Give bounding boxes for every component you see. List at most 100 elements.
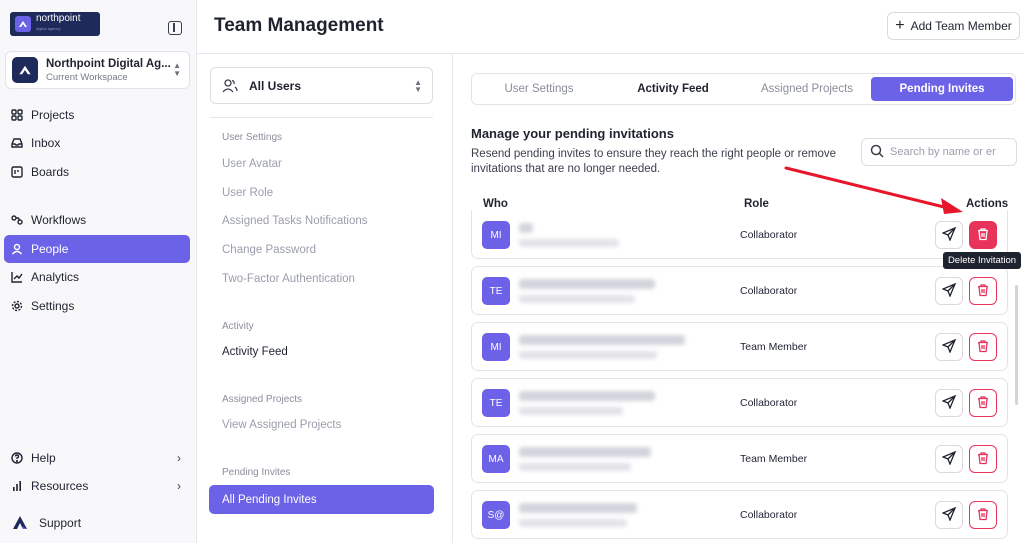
settings-item-all-pending-invites[interactable]: All Pending Invites xyxy=(209,485,434,514)
chevron-up-down-icon: ▲ ▼ xyxy=(414,78,422,94)
tab-activity-feed[interactable]: Activity Feed xyxy=(609,77,737,101)
resend-invite-button[interactable] xyxy=(935,277,963,305)
board-icon xyxy=(11,166,23,178)
delete-invite-button[interactable] xyxy=(969,277,997,305)
page-title: Team Management xyxy=(214,15,384,36)
column-header-who: Who xyxy=(483,198,508,210)
delete-invite-button[interactable] xyxy=(969,445,997,473)
add-team-member-button[interactable]: + Add Team Member xyxy=(887,12,1020,40)
invitations-heading: Manage your pending invitations xyxy=(471,126,674,141)
workspace-switcher[interactable]: Northpoint Digital Ag... Current Workspa… xyxy=(5,51,190,89)
tab-user-settings[interactable]: User Settings xyxy=(475,77,603,101)
send-icon xyxy=(941,394,957,412)
list-scrollbar[interactable] xyxy=(1015,285,1018,405)
section-heading-assigned-projects: Assigned Projects xyxy=(222,394,303,405)
add-team-member-label: Add Team Member xyxy=(910,19,1012,33)
settings-divider xyxy=(210,117,433,118)
send-icon xyxy=(941,338,957,356)
sidebar-item-resources[interactable]: Resources › xyxy=(4,472,190,500)
avatar: TE xyxy=(482,389,510,417)
column-header-role: Role xyxy=(744,198,769,210)
avatar: MI xyxy=(482,221,510,249)
resend-invite-button[interactable] xyxy=(935,333,963,361)
sidebar-item-help[interactable]: Help › xyxy=(4,444,190,472)
sidebar-item-label: Boards xyxy=(31,165,70,179)
settings-item-task-notifications[interactable]: Assigned Tasks Notifications xyxy=(222,215,368,227)
settings-item-user-role[interactable]: User Role xyxy=(222,187,273,199)
resend-invite-button[interactable] xyxy=(935,389,963,417)
tab-pending-invites[interactable]: Pending Invites xyxy=(871,77,1013,101)
section-heading-user-settings: User Settings xyxy=(222,132,283,143)
sidebar: northpoint digital agency Northpoint Dig… xyxy=(0,0,197,543)
invite-role: Team Member xyxy=(740,341,808,353)
search-input[interactable] xyxy=(890,146,1016,158)
sidebar-item-label: People xyxy=(31,242,69,256)
northpoint-logo[interactable]: northpoint digital agency xyxy=(10,12,100,36)
table-row: MA Team Member xyxy=(471,434,1008,483)
table-row: TE Collaborator xyxy=(471,266,1008,315)
send-icon xyxy=(941,282,957,300)
sidebar-item-label: Workflows xyxy=(31,213,87,227)
delete-invite-button[interactable] xyxy=(969,333,997,361)
sidebar-item-projects[interactable]: Projects xyxy=(4,101,190,129)
delete-invitation-tooltip: Delete Invitation xyxy=(943,252,1021,269)
table-row: TE Collaborator xyxy=(471,378,1008,427)
resend-invite-button[interactable] xyxy=(935,445,963,473)
resend-invite-button[interactable] xyxy=(935,221,963,249)
sidebar-item-support[interactable]: Support xyxy=(4,509,190,537)
inbox-icon xyxy=(11,137,23,149)
workflow-icon xyxy=(11,214,23,226)
invite-role: Collaborator xyxy=(740,285,798,297)
sidebar-item-label: Settings xyxy=(31,299,75,313)
send-icon xyxy=(941,506,957,524)
settings-item-user-avatar[interactable]: User Avatar xyxy=(222,158,282,170)
trash-icon xyxy=(976,395,990,412)
chevron-up-down-icon: ▲ ▼ xyxy=(173,61,181,78)
section-tabs: User Settings Activity Feed Assigned Pro… xyxy=(471,73,1016,105)
redacted-email xyxy=(519,407,623,415)
sidebar-item-label: Inbox xyxy=(31,136,61,150)
settings-item-activity-feed[interactable]: Activity Feed xyxy=(222,346,288,358)
sidebar-item-label: Help xyxy=(31,451,56,465)
sidebar-item-people[interactable]: People xyxy=(4,235,190,263)
invitations-description: Resend pending invites to ensure they re… xyxy=(471,148,837,175)
redacted-email xyxy=(519,295,635,303)
chevron-right-icon: › xyxy=(177,451,181,465)
resend-invite-button[interactable] xyxy=(935,501,963,529)
redacted-name xyxy=(519,503,637,513)
delete-invite-button[interactable] xyxy=(969,501,997,529)
invite-role: Team Member xyxy=(740,453,808,465)
tab-assigned-projects[interactable]: Assigned Projects xyxy=(743,77,871,101)
logo-text: northpoint digital agency xyxy=(36,13,81,32)
redacted-name xyxy=(519,279,655,289)
sidebar-item-workflows[interactable]: Workflows xyxy=(4,206,190,234)
invite-role: Collaborator xyxy=(740,397,798,409)
workspace-name: Northpoint Digital Ag... xyxy=(46,57,171,70)
table-row: MI Collaborator xyxy=(471,210,1008,259)
sidebar-item-inbox[interactable]: Inbox xyxy=(4,129,190,157)
delete-invite-button[interactable] xyxy=(969,389,997,417)
avatar: S@ xyxy=(482,501,510,529)
redacted-email xyxy=(519,239,619,247)
settings-item-change-password[interactable]: Change Password xyxy=(222,244,316,256)
column-header-actions: Actions xyxy=(966,198,1009,210)
sidebar-item-boards[interactable]: Boards xyxy=(4,158,190,186)
invite-role: Collaborator xyxy=(740,509,798,521)
collapse-sidebar-icon[interactable] xyxy=(168,21,182,35)
plus-icon: + xyxy=(895,17,905,34)
help-icon xyxy=(11,452,23,464)
redacted-name xyxy=(519,391,655,401)
delete-invite-button[interactable] xyxy=(969,221,997,249)
sidebar-item-analytics[interactable]: Analytics xyxy=(4,263,190,291)
redacted-email xyxy=(519,351,657,359)
settings-item-view-assigned-projects[interactable]: View Assigned Projects xyxy=(222,419,341,431)
settings-item-two-factor[interactable]: Two-Factor Authentication xyxy=(222,273,355,285)
logo-mark-icon xyxy=(15,16,31,32)
users-icon xyxy=(221,77,239,95)
redacted-name xyxy=(519,335,685,345)
gear-icon xyxy=(11,300,23,312)
sidebar-item-settings[interactable]: Settings xyxy=(4,292,190,320)
workspace-subtitle: Current Workspace xyxy=(46,71,128,83)
user-filter-select[interactable]: All Users ▲ ▼ xyxy=(210,67,433,104)
table-row: S@ Collaborator xyxy=(471,490,1008,539)
